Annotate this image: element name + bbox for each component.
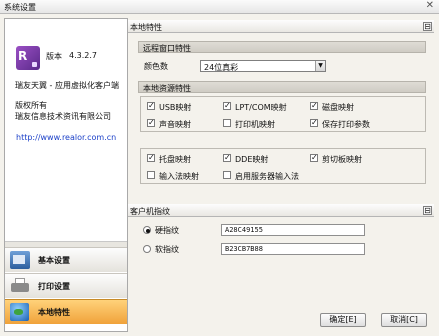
cancel-button[interactable]: 取消[C] — [381, 313, 427, 327]
chevron-down-icon[interactable]: ▼ — [315, 61, 325, 71]
checkbox-box[interactable] — [147, 171, 155, 179]
resource-options-a: USB映射 LPT/COM映射 磁盘映射 声音映射 打印机映射 保存打印参数 — [140, 96, 426, 132]
checkbox-label: 保存打印参数 — [322, 120, 370, 129]
plug-icon — [32, 62, 37, 67]
resource-options-b: 托盘映射 DDE映射 剪切板映射 输入法映射 启用服务器输入法 — [140, 148, 426, 184]
soft-fingerprint-field[interactable]: B23CB7B88 — [221, 243, 365, 255]
section-title: 本地特性 — [130, 23, 162, 32]
checkbox-label: DDE映射 — [235, 155, 269, 164]
group-title: 远程窗口特性 — [143, 44, 191, 53]
hard-fingerprint-value: A28C49155 — [225, 226, 263, 234]
about-panel: R 版本 4.3.2.7 瑞友天翼 - 应用虚拟化客户端 版权所有 瑞友信息技术… — [5, 19, 127, 227]
group-local-resources: 本地资源特性 — [138, 81, 426, 93]
checkbox-box[interactable] — [147, 118, 155, 127]
checkbox-box[interactable] — [310, 153, 318, 162]
ok-button[interactable]: 确定[E] — [320, 313, 366, 327]
version-label: 版本 — [46, 52, 62, 61]
title-bar: 系统设置 ✕ — [0, 0, 439, 14]
checkbox-label: 打印机映射 — [235, 120, 275, 129]
radio-label: 软指纹 — [155, 245, 179, 254]
group-remote-window: 远程窗口特性 — [138, 41, 426, 53]
monitor-icon — [10, 251, 30, 269]
radio-dot[interactable] — [143, 245, 151, 253]
settings-panel: 本地特性 ⊟ 远程窗口特性 颜色数 24位真彩 ▼ 本地资源特性 USB映射 L… — [128, 14, 439, 310]
checkbox-box[interactable] — [147, 153, 155, 162]
nav-item-local-features[interactable]: 本地特性 — [5, 299, 127, 324]
group-title: 本地资源特性 — [143, 84, 191, 93]
printer-icon — [10, 277, 30, 295]
checkbox-label: 磁盘映射 — [322, 103, 354, 112]
checkbox-box[interactable] — [223, 171, 231, 179]
company-name: 瑞友信息技术资讯有限公司 — [15, 112, 111, 121]
checkbox-box[interactable] — [310, 118, 318, 127]
section-client-fingerprint: 客户机指纹 ⊟ — [128, 204, 434, 217]
checkbox-label: 输入法映射 — [159, 172, 199, 181]
checkbox-box[interactable] — [223, 153, 231, 162]
nav-item-print-settings[interactable]: 打印设置 — [5, 273, 127, 298]
window-title: 系统设置 — [4, 3, 36, 12]
globe-icon — [10, 303, 29, 321]
website-link[interactable]: http://www.realor.com.cn — [16, 133, 116, 142]
close-icon[interactable]: ✕ — [426, 0, 434, 11]
nav-item-basic-settings[interactable]: 基本设置 — [5, 247, 127, 272]
product-name: 瑞友天翼 - 应用虚拟化客户端 — [15, 81, 119, 90]
version-number: 4.3.2.7 — [69, 51, 97, 60]
radio-dot[interactable] — [143, 226, 151, 234]
color-depth-select[interactable]: 24位真彩 ▼ — [200, 60, 326, 72]
checkbox-label: 启用服务器输入法 — [235, 172, 299, 181]
checkbox-label: 声音映射 — [159, 120, 191, 129]
section-local-features: 本地特性 ⊟ — [128, 20, 434, 33]
nav-label: 本地特性 — [38, 308, 70, 317]
section-title: 客户机指纹 — [130, 207, 170, 216]
dialog-footer: 确定[E] 取消[C] — [128, 310, 439, 336]
checkbox-box[interactable] — [147, 101, 155, 110]
checkbox-box[interactable] — [223, 101, 231, 110]
checkbox-label: LPT/COM映射 — [235, 103, 287, 112]
left-panel: R 版本 4.3.2.7 瑞友天翼 - 应用虚拟化客户端 版权所有 瑞友信息技术… — [4, 18, 128, 332]
nav-label: 打印设置 — [38, 282, 70, 291]
radio-label: 硬指纹 — [155, 226, 179, 235]
checkbox-label: 剪切板映射 — [322, 155, 362, 164]
soft-fingerprint-value: B23CB7B88 — [225, 245, 263, 253]
color-depth-label: 颜色数 — [144, 62, 168, 71]
checkbox-label: 托盘映射 — [159, 155, 191, 164]
checkbox-label: USB映射 — [159, 103, 192, 112]
app-logo-icon: R — [16, 46, 40, 70]
checkbox-box[interactable] — [310, 101, 318, 110]
checkbox-box[interactable] — [223, 119, 231, 127]
hard-fingerprint-field[interactable]: A28C49155 — [221, 224, 365, 236]
collapse-icon[interactable]: ⊟ — [423, 206, 432, 215]
logo-letter: R — [18, 49, 28, 63]
color-depth-value: 24位真彩 — [204, 63, 239, 72]
copyright-text: 版权所有 — [15, 101, 47, 110]
nav-label: 基本设置 — [38, 256, 70, 265]
collapse-icon[interactable]: ⊟ — [423, 22, 432, 31]
